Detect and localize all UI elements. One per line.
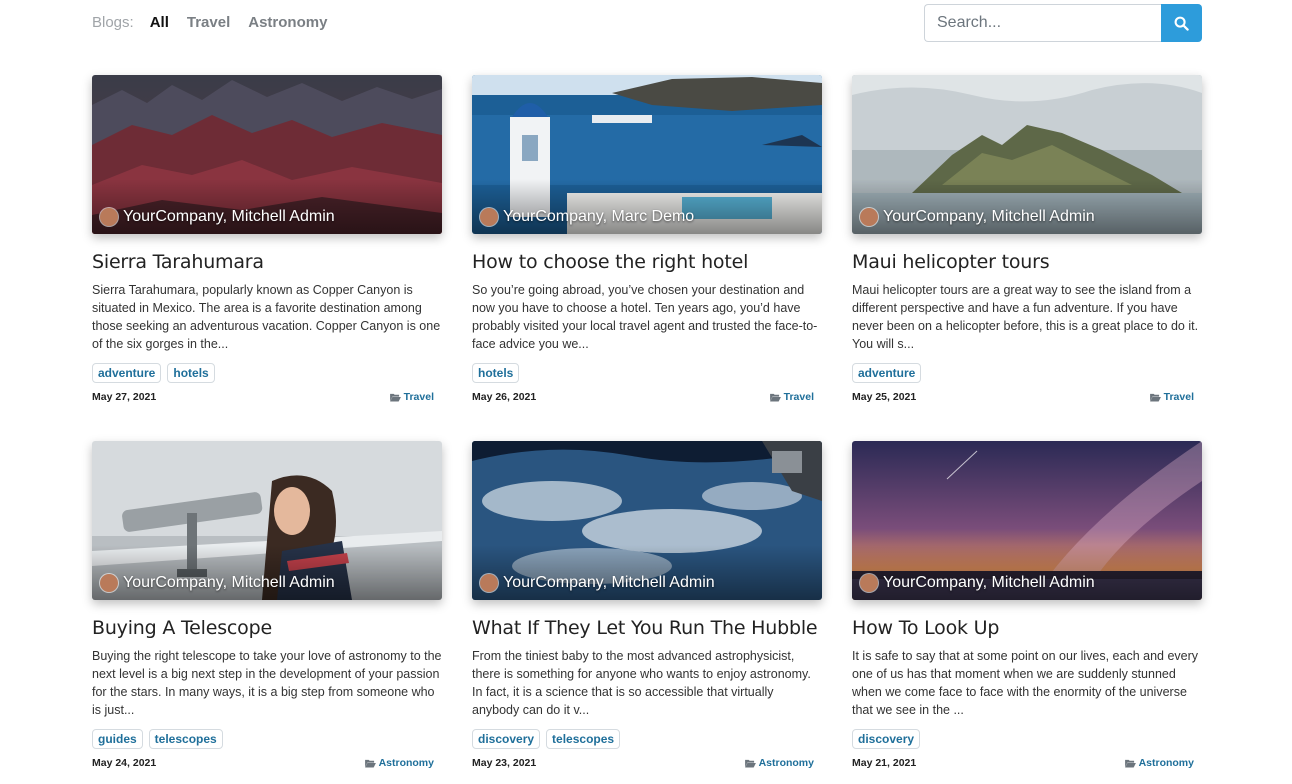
post-cover-image[interactable]: YourCompany, Marc Demo <box>472 75 822 234</box>
post-card: YourCompany, Mitchell Admin Buying A Tel… <box>92 441 442 769</box>
folder-open-icon <box>389 393 401 402</box>
folder-open-icon <box>1149 393 1161 402</box>
tag-discovery[interactable]: discovery <box>852 729 921 749</box>
search-icon <box>1174 16 1189 31</box>
post-cover-image[interactable]: YourCompany, Mitchell Admin <box>92 441 442 600</box>
post-excerpt: Maui helicopter tours are a great way to… <box>852 283 1199 351</box>
avatar <box>860 208 878 226</box>
blog-filter-all[interactable]: All <box>150 14 169 31</box>
post-cover-image[interactable]: YourCompany, Mitchell Admin <box>92 75 442 234</box>
author-name: YourCompany, Mitchell Admin <box>123 574 335 591</box>
post-card: YourCompany, Mitchell Admin Sierra Tarah… <box>92 75 442 403</box>
post-tags: guides telescopes <box>92 729 442 749</box>
post-category-label: Travel <box>783 391 814 403</box>
tag-telescopes[interactable]: telescopes <box>546 729 621 749</box>
avatar <box>480 574 498 592</box>
post-category-label: Astronomy <box>1138 757 1194 769</box>
post-date: May 27, 2021 <box>92 391 157 403</box>
post-card: YourCompany, Mitchell Admin What If They… <box>472 441 822 769</box>
post-tags: discovery telescopes <box>472 729 822 749</box>
post-meta: May 24, 2021 Astronomy <box>92 757 434 769</box>
avatar <box>860 574 878 592</box>
post-cover-image[interactable]: YourCompany, Mitchell Admin <box>472 441 822 600</box>
blog-filter-label: Blogs: <box>92 14 134 31</box>
post-date: May 21, 2021 <box>852 757 917 769</box>
search-button[interactable] <box>1161 4 1202 42</box>
post-meta: May 21, 2021 Astronomy <box>852 757 1194 769</box>
post-tags: hotels <box>472 363 822 383</box>
post-meta: May 27, 2021 Travel <box>92 391 434 403</box>
post-cover-image[interactable]: YourCompany, Mitchell Admin <box>852 441 1202 600</box>
tag-guides[interactable]: guides <box>92 729 143 749</box>
author-name: YourCompany, Mitchell Admin <box>883 208 1095 225</box>
post-card: YourCompany, Marc Demo How to choose the… <box>472 75 822 403</box>
post-cover-image[interactable]: YourCompany, Mitchell Admin <box>852 75 1202 234</box>
author-name: YourCompany, Mitchell Admin <box>123 208 335 225</box>
post-author: YourCompany, Mitchell Admin <box>480 574 715 592</box>
top-bar: Blogs: All Travel Astronomy <box>92 0 1202 50</box>
post-category[interactable]: Travel <box>1149 391 1194 403</box>
blog-filter-nav: Blogs: All Travel Astronomy <box>92 14 345 31</box>
post-title[interactable]: Buying A Telescope <box>92 617 442 639</box>
post-author: YourCompany, Mitchell Admin <box>100 208 335 226</box>
post-date: May 26, 2021 <box>472 391 537 403</box>
post-author: YourCompany, Mitchell Admin <box>860 208 1095 226</box>
blog-filter-travel[interactable]: Travel <box>187 14 230 31</box>
post-category[interactable]: Astronomy <box>364 757 434 769</box>
post-date: May 25, 2021 <box>852 391 917 403</box>
post-category[interactable]: Travel <box>769 391 814 403</box>
post-excerpt: So you’re going abroad, you’ve chosen yo… <box>472 283 818 351</box>
post-excerpt: From the tiniest baby to the most advanc… <box>472 649 811 717</box>
post-title[interactable]: What If They Let You Run The Hubble <box>472 617 822 639</box>
post-category-label: Travel <box>403 391 434 403</box>
tag-adventure[interactable]: adventure <box>852 363 922 383</box>
post-category[interactable]: Travel <box>389 391 434 403</box>
post-excerpt: It is safe to say that at some point on … <box>852 649 1199 717</box>
author-name: YourCompany, Mitchell Admin <box>503 574 715 591</box>
post-category[interactable]: Astronomy <box>1124 757 1194 769</box>
post-category-label: Travel <box>1163 391 1194 403</box>
post-meta: May 23, 2021 Astronomy <box>472 757 814 769</box>
post-author: YourCompany, Mitchell Admin <box>860 574 1095 592</box>
search-box <box>924 4 1202 42</box>
post-card: YourCompany, Mitchell Admin How To Look … <box>852 441 1202 769</box>
post-date: May 23, 2021 <box>472 757 537 769</box>
tag-hotels[interactable]: hotels <box>472 363 520 383</box>
author-name: YourCompany, Marc Demo <box>503 208 695 225</box>
avatar <box>100 574 118 592</box>
blog-filter-astronomy[interactable]: Astronomy <box>248 14 327 31</box>
post-excerpt: Buying the right telescope to take your … <box>92 649 442 717</box>
tag-adventure[interactable]: adventure <box>92 363 162 383</box>
post-card: YourCompany, Mitchell Admin Maui helicop… <box>852 75 1202 403</box>
tag-hotels[interactable]: hotels <box>167 363 215 383</box>
tag-discovery[interactable]: discovery <box>472 729 541 749</box>
post-category[interactable]: Astronomy <box>744 757 814 769</box>
post-category-label: Astronomy <box>758 757 814 769</box>
folder-open-icon <box>364 759 376 768</box>
post-excerpt: Sierra Tarahumara, popularly known as Co… <box>92 283 441 351</box>
avatar <box>480 208 498 226</box>
post-tags: discovery <box>852 729 1202 749</box>
post-meta: May 26, 2021 Travel <box>472 391 814 403</box>
post-tags: adventure <box>852 363 1202 383</box>
post-author: YourCompany, Mitchell Admin <box>100 574 335 592</box>
post-title[interactable]: Sierra Tarahumara <box>92 251 442 273</box>
folder-open-icon <box>744 759 756 768</box>
post-title[interactable]: Maui helicopter tours <box>852 251 1202 273</box>
search-input[interactable] <box>924 4 1161 42</box>
post-meta: May 25, 2021 Travel <box>852 391 1194 403</box>
avatar <box>100 208 118 226</box>
post-date: May 24, 2021 <box>92 757 157 769</box>
post-title[interactable]: How To Look Up <box>852 617 1202 639</box>
author-name: YourCompany, Mitchell Admin <box>883 574 1095 591</box>
post-author: YourCompany, Marc Demo <box>480 208 694 226</box>
post-title[interactable]: How to choose the right hotel <box>472 251 822 273</box>
folder-open-icon <box>1124 759 1136 768</box>
post-category-label: Astronomy <box>378 757 434 769</box>
post-tags: adventure hotels <box>92 363 442 383</box>
folder-open-icon <box>769 393 781 402</box>
tag-telescopes[interactable]: telescopes <box>148 729 223 749</box>
